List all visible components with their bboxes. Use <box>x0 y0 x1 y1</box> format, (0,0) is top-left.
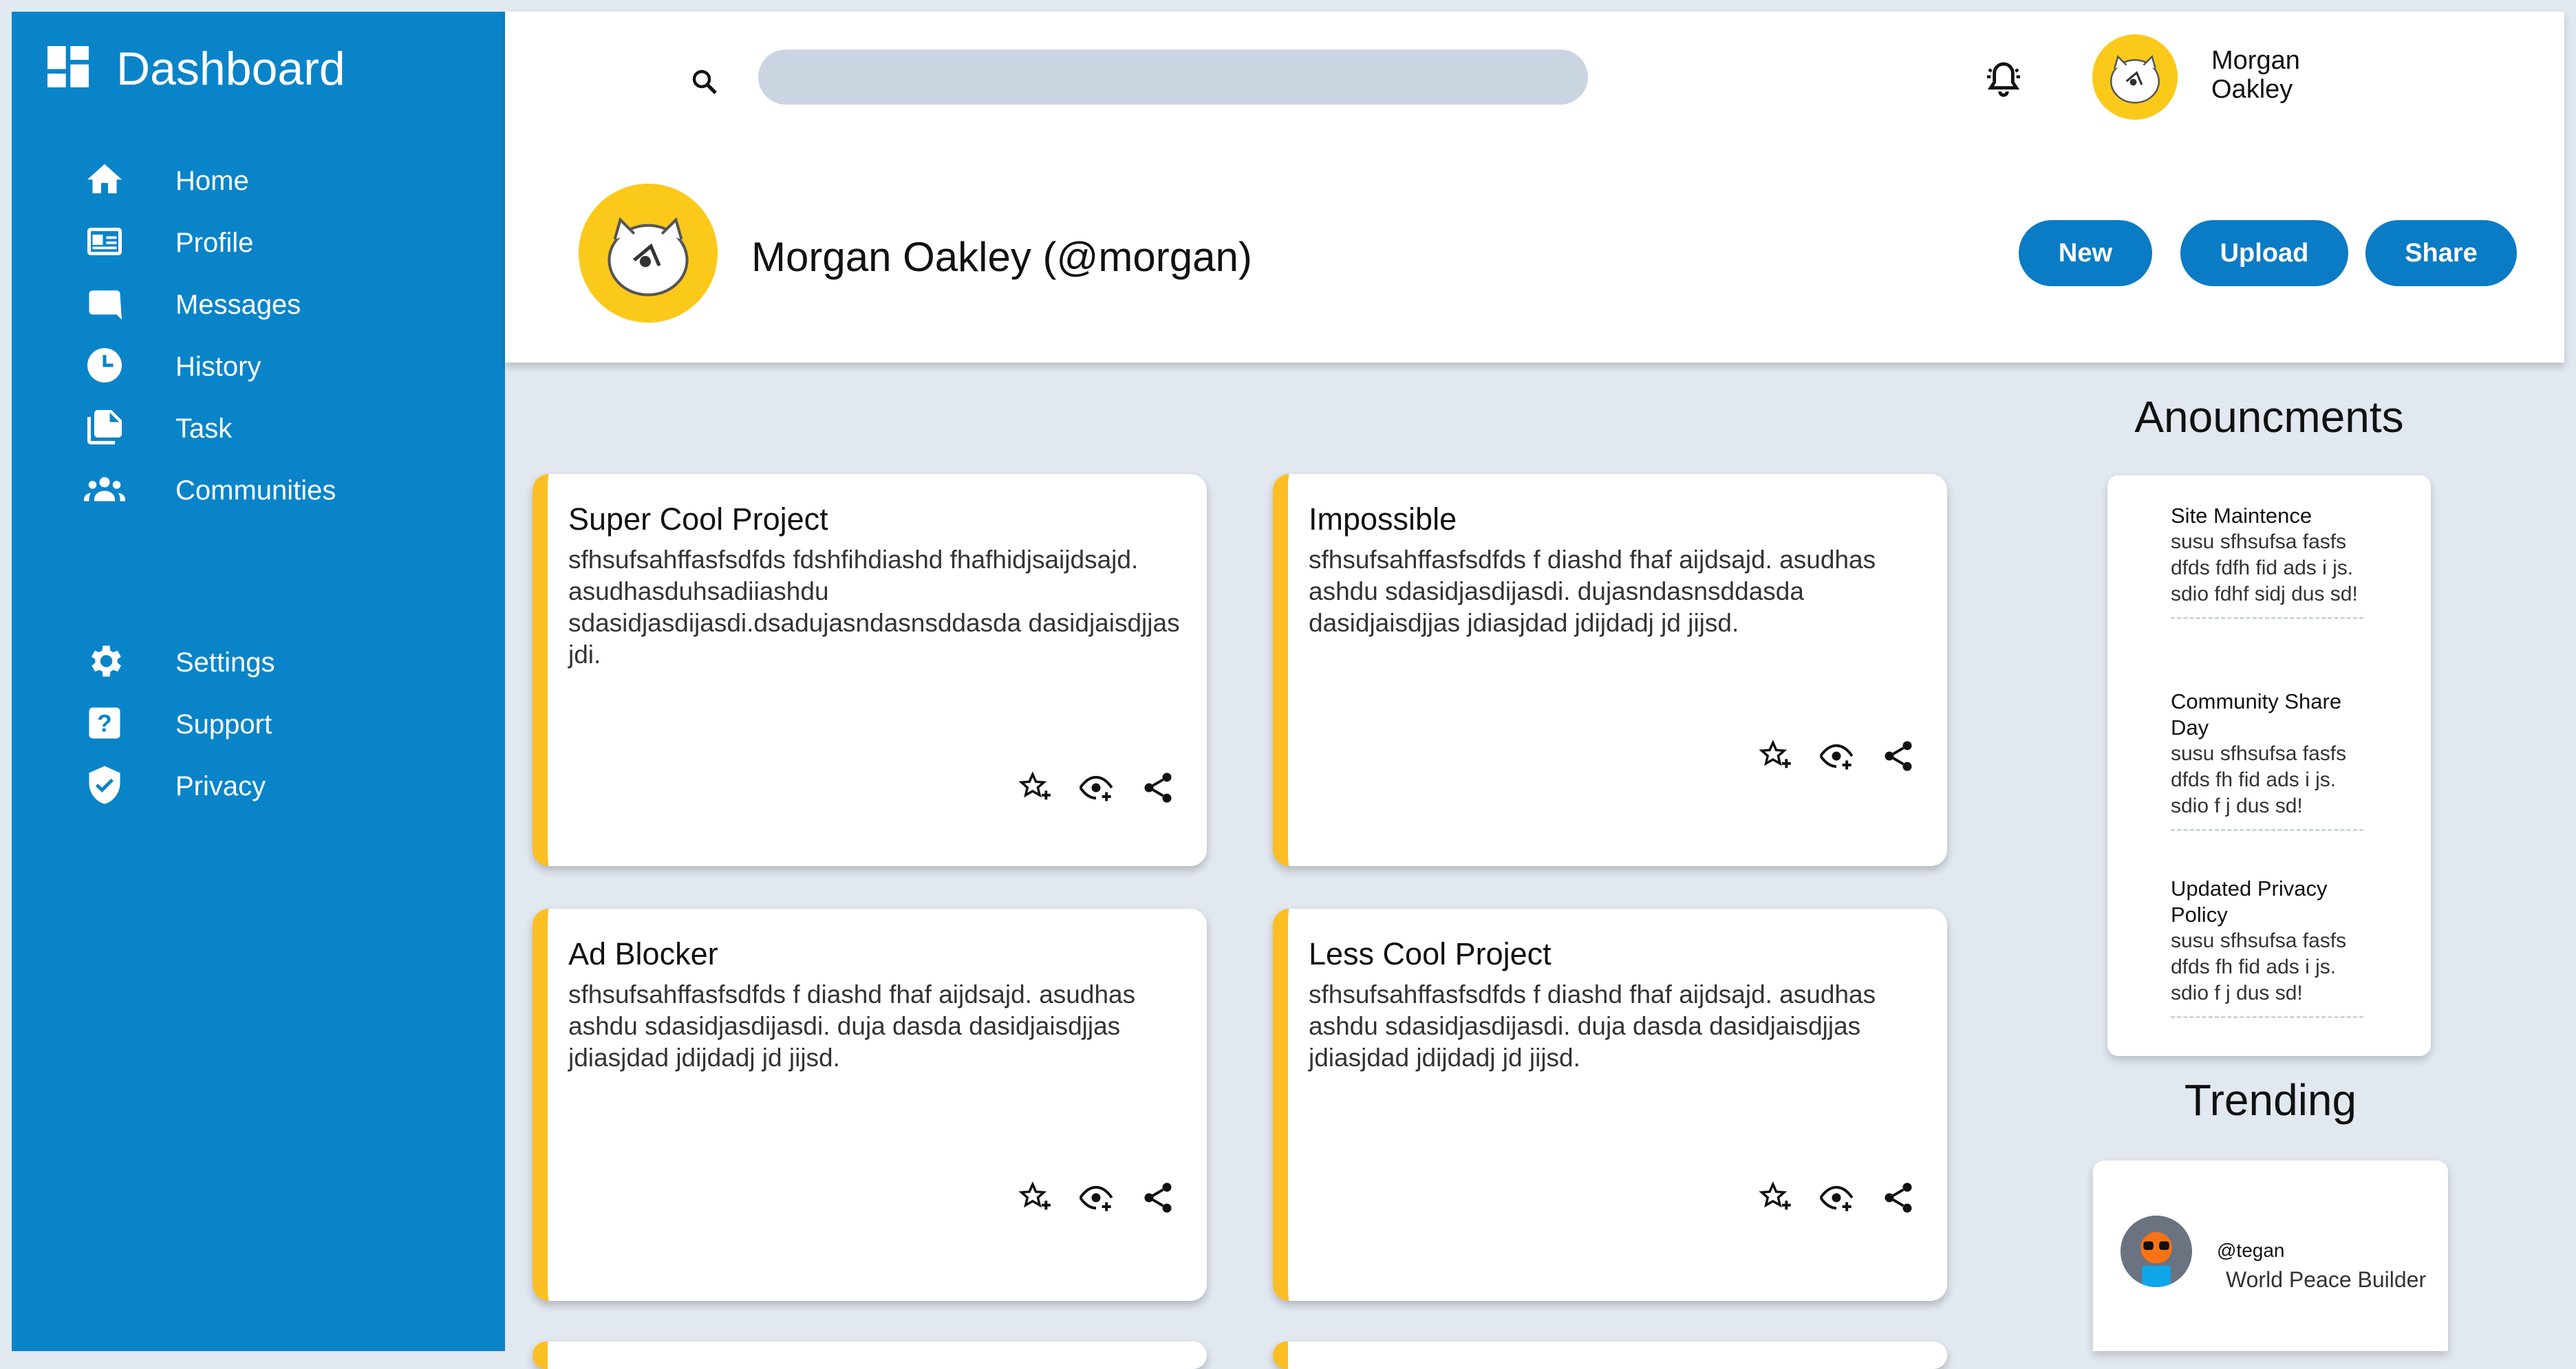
divider <box>2171 617 2363 619</box>
sidebar-item-settings[interactable]: Settings <box>84 632 275 693</box>
sidebar: Dashboard Home Profile Messages History … <box>12 12 505 1351</box>
trending-description: World Peace Builder <box>2226 1267 2427 1292</box>
help-icon: ? <box>84 702 125 747</box>
sidebar-item-label: Home <box>175 165 249 196</box>
trending-panel: @tegan World Peace Builder <box>2093 1161 2448 1351</box>
document-icon <box>84 407 125 451</box>
watch-icon[interactable] <box>1078 1180 1114 1216</box>
new-button[interactable]: New <box>2019 220 2152 286</box>
announcement-text: susu sfhsufsa fasfs dfds fh fid ads i js… <box>2171 742 2347 817</box>
sidebar-item-label: Settings <box>175 647 275 678</box>
sidebar-item-label: Profile <box>175 227 254 258</box>
announcement-text: susu sfhsufsa fasfs dfds fh fid ads i js… <box>2171 929 2347 1004</box>
sidebar-item-communities[interactable]: Communities <box>84 460 336 521</box>
star-add-icon[interactable] <box>1016 1180 1052 1216</box>
profile-avatar <box>579 184 718 323</box>
sidebar-item-label: Messages <box>175 289 301 320</box>
project-card[interactable]: Impossible sfhsufsahffasfsdfds f diashd … <box>1273 474 1947 866</box>
announcement-text: susu sfhsufsa fasfs dfds fdfh fid ads i … <box>2171 530 2358 605</box>
card-actions <box>1016 770 1176 806</box>
app: Dashboard Home Profile Messages History … <box>12 12 2564 1369</box>
dashboard-icon <box>41 39 96 98</box>
project-card[interactable]: Less Cool Project sfhsufsahffasfsdfds f … <box>1273 909 1947 1301</box>
share-icon[interactable] <box>1140 770 1176 806</box>
announcement-title: Updated Privacy Policy <box>2171 876 2328 927</box>
search-icon[interactable] <box>688 65 721 98</box>
gear-icon <box>84 640 125 685</box>
card-actions <box>1757 738 1916 774</box>
trending-handle[interactable]: @tegan <box>2217 1240 2285 1262</box>
sidebar-item-label: Privacy <box>175 770 266 801</box>
upload-button[interactable]: Upload <box>2180 220 2348 286</box>
card-actions <box>1016 1180 1176 1216</box>
avatar[interactable] <box>2121 1216 2192 1287</box>
sidebar-item-privacy[interactable]: Privacy <box>84 755 266 817</box>
user-name[interactable]: Morgan Oakley <box>2211 46 2335 104</box>
search-input[interactable] <box>758 50 1588 105</box>
svg-text:?: ? <box>97 710 111 737</box>
shield-icon <box>84 764 125 809</box>
project-card[interactable] <box>1273 1341 1947 1369</box>
sidebar-item-home[interactable]: Home <box>84 150 249 212</box>
card-title: Less Cool Project <box>1309 936 1552 971</box>
share-icon[interactable] <box>1140 1180 1176 1216</box>
card-description: sfhsufsahffasfsdfds f diashd fhaf aijdsa… <box>1309 546 1876 637</box>
card-description: sfhsufsahffasfsdfds f diashd fhaf aijdsa… <box>1309 980 1876 1072</box>
profile-card-icon <box>84 221 125 266</box>
announcement-title: Site Maintence <box>2171 504 2312 528</box>
bell-icon[interactable] <box>1982 58 2026 103</box>
project-card[interactable] <box>533 1341 1207 1369</box>
share-button[interactable]: Share <box>2365 220 2517 286</box>
announcement-item[interactable]: Community Share Day susu sfhsufsa fasfs … <box>2171 689 2377 831</box>
watch-icon[interactable] <box>1818 1180 1854 1216</box>
project-card[interactable]: Super Cool Project sfhsufsahffasfsdfds f… <box>533 474 1207 866</box>
avatar[interactable] <box>2092 34 2178 120</box>
watch-icon[interactable] <box>1078 770 1114 806</box>
divider <box>2171 1016 2363 1018</box>
star-add-icon[interactable] <box>1016 770 1052 806</box>
card-description: sfhsufsahffasfsdfds fdshfihdiashd fhafhi… <box>568 546 1180 669</box>
announcement-item[interactable]: Updated Privacy Policy susu sfhsufsa fas… <box>2171 876 2377 1018</box>
share-icon[interactable] <box>1880 1180 1916 1216</box>
sidebar-item-label: History <box>175 351 261 382</box>
announcement-title: Community Share Day <box>2171 689 2342 740</box>
sidebar-item-label: Communities <box>175 475 336 506</box>
sidebar-item-history[interactable]: History <box>84 336 261 398</box>
star-add-icon[interactable] <box>1757 738 1792 774</box>
share-icon[interactable] <box>1880 738 1916 774</box>
message-icon <box>84 283 125 327</box>
card-title: Impossible <box>1309 502 1457 537</box>
card-title: Super Cool Project <box>568 502 828 537</box>
announcements-heading: Anouncments <box>2134 392 2404 442</box>
project-card[interactable]: Ad Blocker sfhsufsahffasfsdfds f diashd … <box>533 909 1207 1301</box>
home-icon <box>84 159 125 204</box>
brand[interactable]: Dashboard <box>41 39 345 98</box>
card-title: Ad Blocker <box>568 936 718 971</box>
sidebar-item-label: Task <box>175 413 233 444</box>
announcement-item[interactable]: Site Maintence susu sfhsufsa fasfs dfds … <box>2171 503 2377 619</box>
trending-heading: Trending <box>2184 1075 2357 1125</box>
sidebar-item-messages[interactable]: Messages <box>84 274 301 336</box>
card-description: sfhsufsahffasfsdfds f diashd fhaf aijdsa… <box>568 980 1136 1072</box>
sidebar-item-support[interactable]: ? Support <box>84 693 272 755</box>
card-actions <box>1757 1180 1916 1216</box>
profile-title: Morgan Oakley (@morgan) <box>751 234 1252 280</box>
sidebar-item-task[interactable]: Task <box>84 398 232 460</box>
watch-icon[interactable] <box>1818 738 1854 774</box>
clock-icon <box>84 345 125 389</box>
sidebar-item-profile[interactable]: Profile <box>84 212 253 274</box>
star-add-icon[interactable] <box>1757 1180 1792 1216</box>
brand-title: Dashboard <box>116 42 345 95</box>
announcements-panel: Site Maintence susu sfhsufsa fasfs dfds … <box>2107 475 2431 1056</box>
people-icon <box>84 468 125 513</box>
divider <box>2171 829 2363 831</box>
header: Morgan Oakley Morgan Oakley (@morgan) Ne… <box>505 12 2564 363</box>
sidebar-item-label: Support <box>175 709 272 740</box>
